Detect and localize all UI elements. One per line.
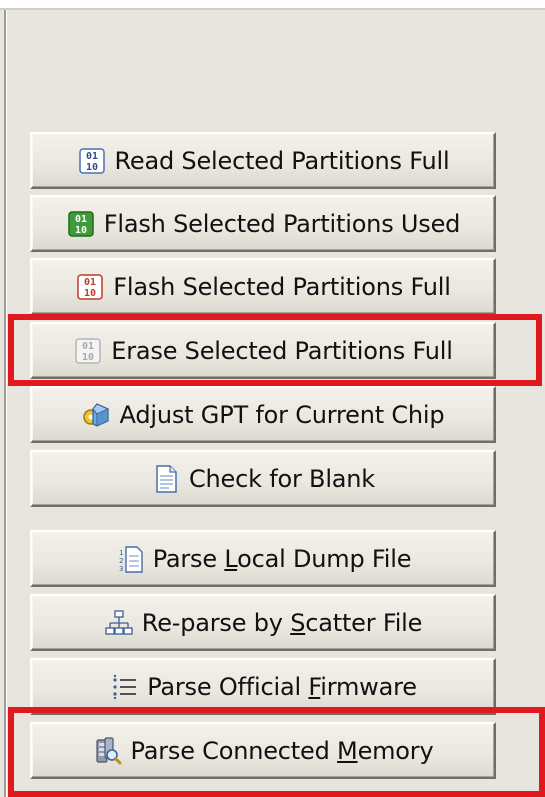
binary-chip-green-icon: 01 10 (66, 209, 96, 239)
svg-text:01: 01 (84, 277, 96, 288)
memory-search-icon (93, 736, 123, 766)
parse-connected-memory-button[interactable]: Parse Connected Memory (30, 722, 496, 779)
reparse-by-scatter-file-button[interactable]: Re-parse by Scatter File (30, 594, 496, 651)
read-selected-partitions-full-button[interactable]: 01 10 Read Selected Partitions Full (30, 132, 496, 189)
svg-text:01: 01 (85, 151, 97, 162)
panel-divider-highlight (6, 10, 7, 797)
parse-official-firmware-button[interactable]: Parse Official Firmware (30, 658, 496, 715)
binary-chip-faded-icon: 01 10 (73, 336, 103, 366)
svg-text:10: 10 (84, 288, 96, 299)
adjust-gpt-button[interactable]: Adjust GPT for Current Chip (30, 386, 496, 443)
flash-selected-partitions-full-button[interactable]: 01 10 Flash Selected Partitions Full (30, 258, 496, 315)
cube-gear-icon (82, 400, 112, 430)
svg-text:10: 10 (82, 352, 94, 363)
svg-text:3: 3 (119, 565, 123, 573)
svg-text:01: 01 (75, 214, 87, 225)
svg-text:2: 2 (119, 557, 123, 565)
parse-connected-memory-label: Parse Connected Memory (130, 736, 434, 765)
svg-text:10: 10 (85, 162, 97, 173)
flash-selected-partitions-full-label: Flash Selected Partitions Full (113, 272, 451, 301)
reparse-by-scatter-file-label: Re-parse by Scatter File (141, 608, 423, 637)
flash-selected-partitions-used-label: Flash Selected Partitions Used (103, 209, 461, 238)
tree-network-icon (104, 608, 134, 638)
flash-selected-partitions-used-button[interactable]: 01 10 Flash Selected Partitions Used (30, 195, 496, 252)
parse-official-firmware-label: Parse Official Firmware (147, 672, 417, 701)
svg-text:10: 10 (75, 225, 87, 236)
binary-chip-red-icon: 01 10 (75, 272, 105, 302)
numbered-document-icon: 1 2 3 (115, 544, 145, 574)
adjust-gpt-label: Adjust GPT for Current Chip (119, 400, 445, 429)
erase-selected-partitions-full-label: Erase Selected Partitions Full (111, 336, 453, 365)
read-selected-partitions-full-label: Read Selected Partitions Full (114, 146, 450, 175)
erase-selected-partitions-full-button[interactable]: 01 10 Erase Selected Partitions Full (30, 322, 496, 379)
top-strip (0, 0, 545, 8)
list-icon (109, 672, 139, 702)
check-for-blank-label: Check for Blank (188, 464, 376, 493)
check-for-blank-button[interactable]: Check for Blank (30, 450, 496, 507)
parse-local-dump-file-button[interactable]: 1 2 3 Parse Local Dump File (30, 530, 496, 587)
svg-text:01: 01 (82, 341, 94, 352)
parse-local-dump-file-label: Parse Local Dump File (152, 544, 412, 573)
svg-text:1: 1 (119, 549, 123, 557)
document-icon (151, 464, 181, 494)
top-strip-edge (0, 8, 545, 10)
binary-chip-icon: 01 10 (77, 146, 107, 176)
